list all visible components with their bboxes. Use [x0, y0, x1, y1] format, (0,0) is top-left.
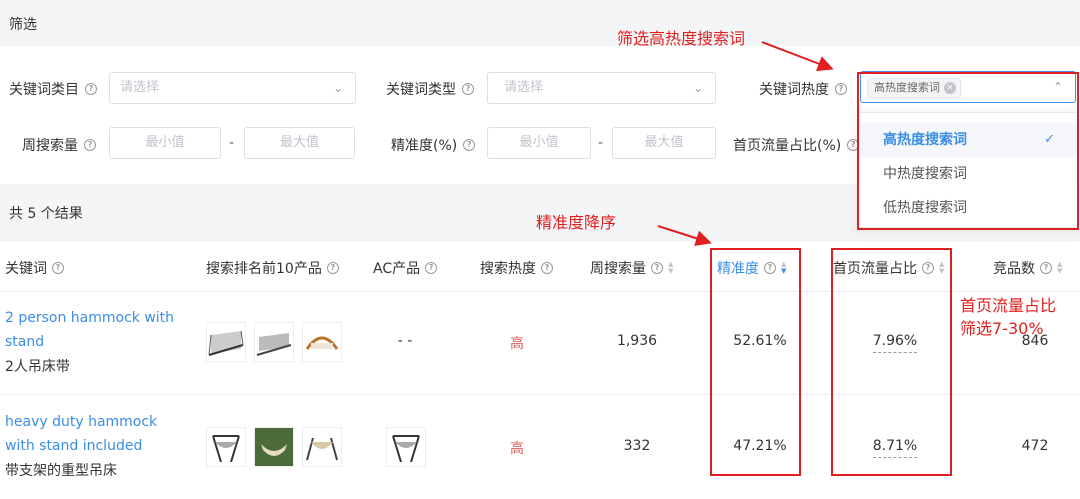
product-thumbnail[interactable]	[302, 427, 342, 467]
precision-max-input[interactable]: 最大值	[612, 127, 716, 159]
keyword-research-page: 筛选 关键词类目 ? 请选择 ⌄ 关键词类型 ? 请选择 ⌄ 关键词热度 ? ⌃…	[0, 0, 1080, 499]
annotation-precision-desc: 精准度降序	[536, 213, 617, 232]
keyword-link[interactable]: 2 person hammock with	[5, 306, 185, 330]
help-icon[interactable]: ?	[425, 262, 438, 274]
annotation-traffic-line2: 筛选7-30%	[960, 319, 1044, 338]
help-icon[interactable]: ?	[52, 262, 64, 274]
help-icon[interactable]: ?	[541, 262, 553, 274]
range-dash: -	[229, 135, 235, 151]
weekly-search-min-input[interactable]: 最小值	[109, 127, 221, 159]
help-icon[interactable]: ?	[462, 83, 474, 95]
annotation-traffic-line1: 首页流量占比	[960, 296, 1057, 315]
hammock-image	[261, 444, 287, 456]
keyword-type-select[interactable]: 请选择 ⌄	[487, 72, 716, 104]
hammock-image	[392, 435, 420, 463]
heat-value: 高	[510, 336, 524, 352]
keyword-link[interactable]: with stand included	[5, 434, 185, 458]
hammock-image	[208, 330, 244, 356]
col-top10: 搜索排名前10产品 ?	[206, 258, 339, 278]
filter-header: 筛选	[0, 0, 1080, 46]
help-icon[interactable]: ?	[1040, 262, 1052, 274]
heat-value: 高	[510, 441, 524, 457]
keyword-translation: 2人吊床带	[5, 359, 70, 375]
col-heat: 搜索热度 ?	[480, 258, 553, 278]
hammock-image	[305, 336, 339, 350]
col-keyword: 关键词 ?	[5, 258, 64, 278]
weekly-search-value: 332	[623, 438, 651, 454]
sort-icon[interactable]: ▲ ▼	[668, 261, 673, 275]
annotation-box-precision	[710, 248, 801, 476]
product-thumbnail[interactable]	[206, 322, 246, 362]
weekly-search-max-input[interactable]: 最大值	[244, 127, 355, 159]
competitors-value: 472	[1021, 438, 1049, 454]
keyword-link[interactable]: stand	[5, 330, 185, 354]
hammock-image	[306, 437, 338, 461]
col-ac: AC产品 ?	[373, 258, 438, 278]
hammock-image	[256, 333, 292, 356]
keyword-translation: 带支架的重型吊床	[5, 463, 117, 479]
chevron-down-icon: ⌄	[692, 81, 703, 95]
range-dash: -	[598, 135, 604, 151]
col-competitors[interactable]: 竞品数 ? ▲ ▼	[993, 258, 1062, 278]
precision-min-input[interactable]: 最小值	[487, 127, 591, 159]
product-thumbnail[interactable]	[206, 427, 246, 467]
weekly-search-label: 周搜索量 ?	[22, 135, 96, 155]
annotation-box-heat	[857, 72, 1079, 230]
help-icon[interactable]: ?	[326, 262, 339, 274]
results-count: 共 5 个结果	[9, 206, 83, 222]
sort-icon[interactable]: ▲ ▼	[1057, 261, 1062, 275]
help-icon[interactable]: ?	[84, 139, 96, 151]
hammock-image	[212, 435, 240, 463]
help-icon[interactable]: ?	[85, 83, 97, 95]
keyword-heat-label: 关键词热度 ?	[759, 79, 847, 99]
help-icon[interactable]: ?	[463, 139, 476, 151]
help-icon[interactable]: ?	[651, 262, 663, 274]
filter-title: 筛选	[9, 17, 37, 33]
product-thumbnail[interactable]	[302, 322, 342, 362]
annotation-box-traffic	[831, 248, 952, 476]
ac-product-thumbnail[interactable]	[386, 427, 426, 467]
ac-product: - -	[397, 333, 413, 349]
keyword-category-label: 关键词类目 ?	[9, 79, 97, 99]
keyword-link[interactable]: heavy duty hammock	[5, 410, 185, 434]
product-thumbnail[interactable]	[254, 427, 294, 467]
help-icon[interactable]: ?	[835, 83, 847, 95]
col-weekly[interactable]: 周搜索量 ? ▲ ▼	[590, 258, 673, 278]
annotation-filter-heat: 筛选高热度搜索词	[617, 29, 746, 48]
precision-label: 精准度(%) ?	[391, 135, 476, 155]
keyword-category-select[interactable]: 请选择 ⌄	[109, 72, 356, 104]
keyword-type-label: 关键词类型 ?	[386, 79, 474, 99]
weekly-search-value: 1,936	[616, 333, 658, 349]
traffic-share-label: 首页流量占比(%) ?	[733, 135, 860, 155]
chevron-down-icon: ⌄	[332, 81, 343, 95]
product-thumbnail[interactable]	[254, 322, 294, 362]
